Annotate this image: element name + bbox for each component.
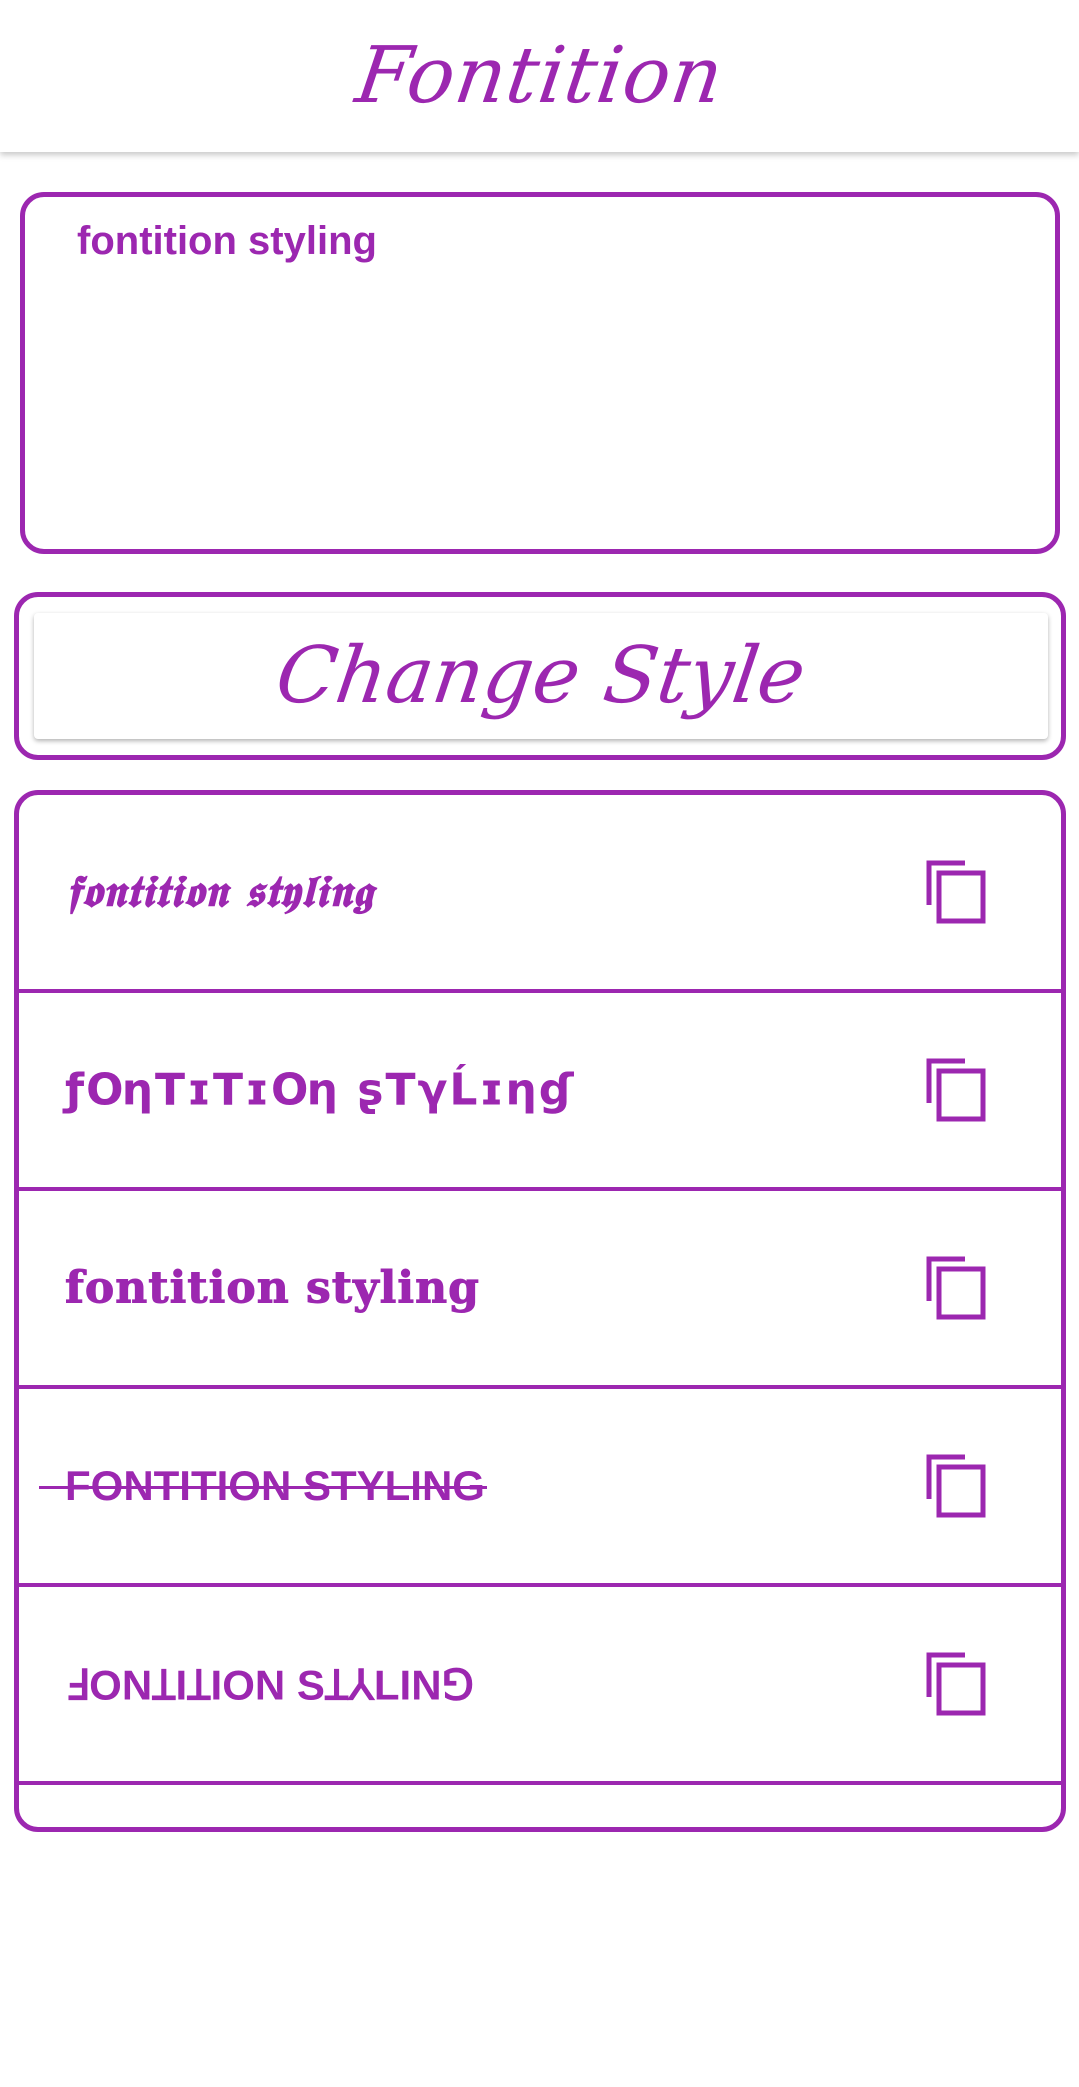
result-row: ℲONꞱIꞱION SꞱ⅄LIN⅁: [19, 1587, 1061, 1785]
copy-icon[interactable]: [925, 1057, 987, 1123]
strikethrough-line: [39, 1486, 487, 1489]
result-row: fontition styling: [19, 1191, 1061, 1389]
styled-text-wrap: FONTITION STYLING: [39, 1462, 487, 1510]
copy-icon[interactable]: [925, 1651, 987, 1717]
change-style-container: Change Style: [14, 592, 1066, 760]
app-bar: Fontition: [0, 0, 1079, 152]
copy-icon[interactable]: [925, 1453, 987, 1519]
text-input[interactable]: fontition styling: [20, 192, 1060, 554]
styled-results-list: 𝖋𝖔𝖓𝖙𝖎𝖙𝖎𝖔𝖓 𝖘𝖙𝖞𝖑𝖎𝖓𝖌 ƒՕηТɪТɪՕη ʂТγĹɪηɠ font…: [14, 790, 1066, 1832]
text-input-value[interactable]: fontition styling: [77, 219, 377, 264]
styled-text: fontition styling: [65, 1262, 480, 1314]
change-style-button[interactable]: Change Style: [34, 613, 1048, 739]
copy-icon[interactable]: [925, 1255, 987, 1321]
styled-text: 𝖋𝖔𝖓𝖙𝖎𝖙𝖎𝖔𝖓 𝖘𝖙𝖞𝖑𝖎𝖓𝖌: [65, 866, 374, 918]
result-row: 𝖋𝖔𝖓𝖙𝖎𝖙𝖎𝖔𝖓 𝖘𝖙𝖞𝖑𝖎𝖓𝖌: [19, 795, 1061, 993]
styled-text: ℲONꞱIꞱION SꞱ⅄LIN⅁: [65, 1661, 475, 1709]
app-title: Fontition: [350, 31, 729, 121]
copy-icon[interactable]: [925, 859, 987, 925]
result-row: ƒՕηТɪТɪՕη ʂТγĹɪηɠ: [19, 993, 1061, 1191]
change-style-label: Change Style: [270, 631, 812, 721]
result-row: FONTITION STYLING: [19, 1389, 1061, 1587]
styled-text: ƒՕηТɪТɪՕη ʂТγĹɪηɠ: [65, 1064, 576, 1116]
